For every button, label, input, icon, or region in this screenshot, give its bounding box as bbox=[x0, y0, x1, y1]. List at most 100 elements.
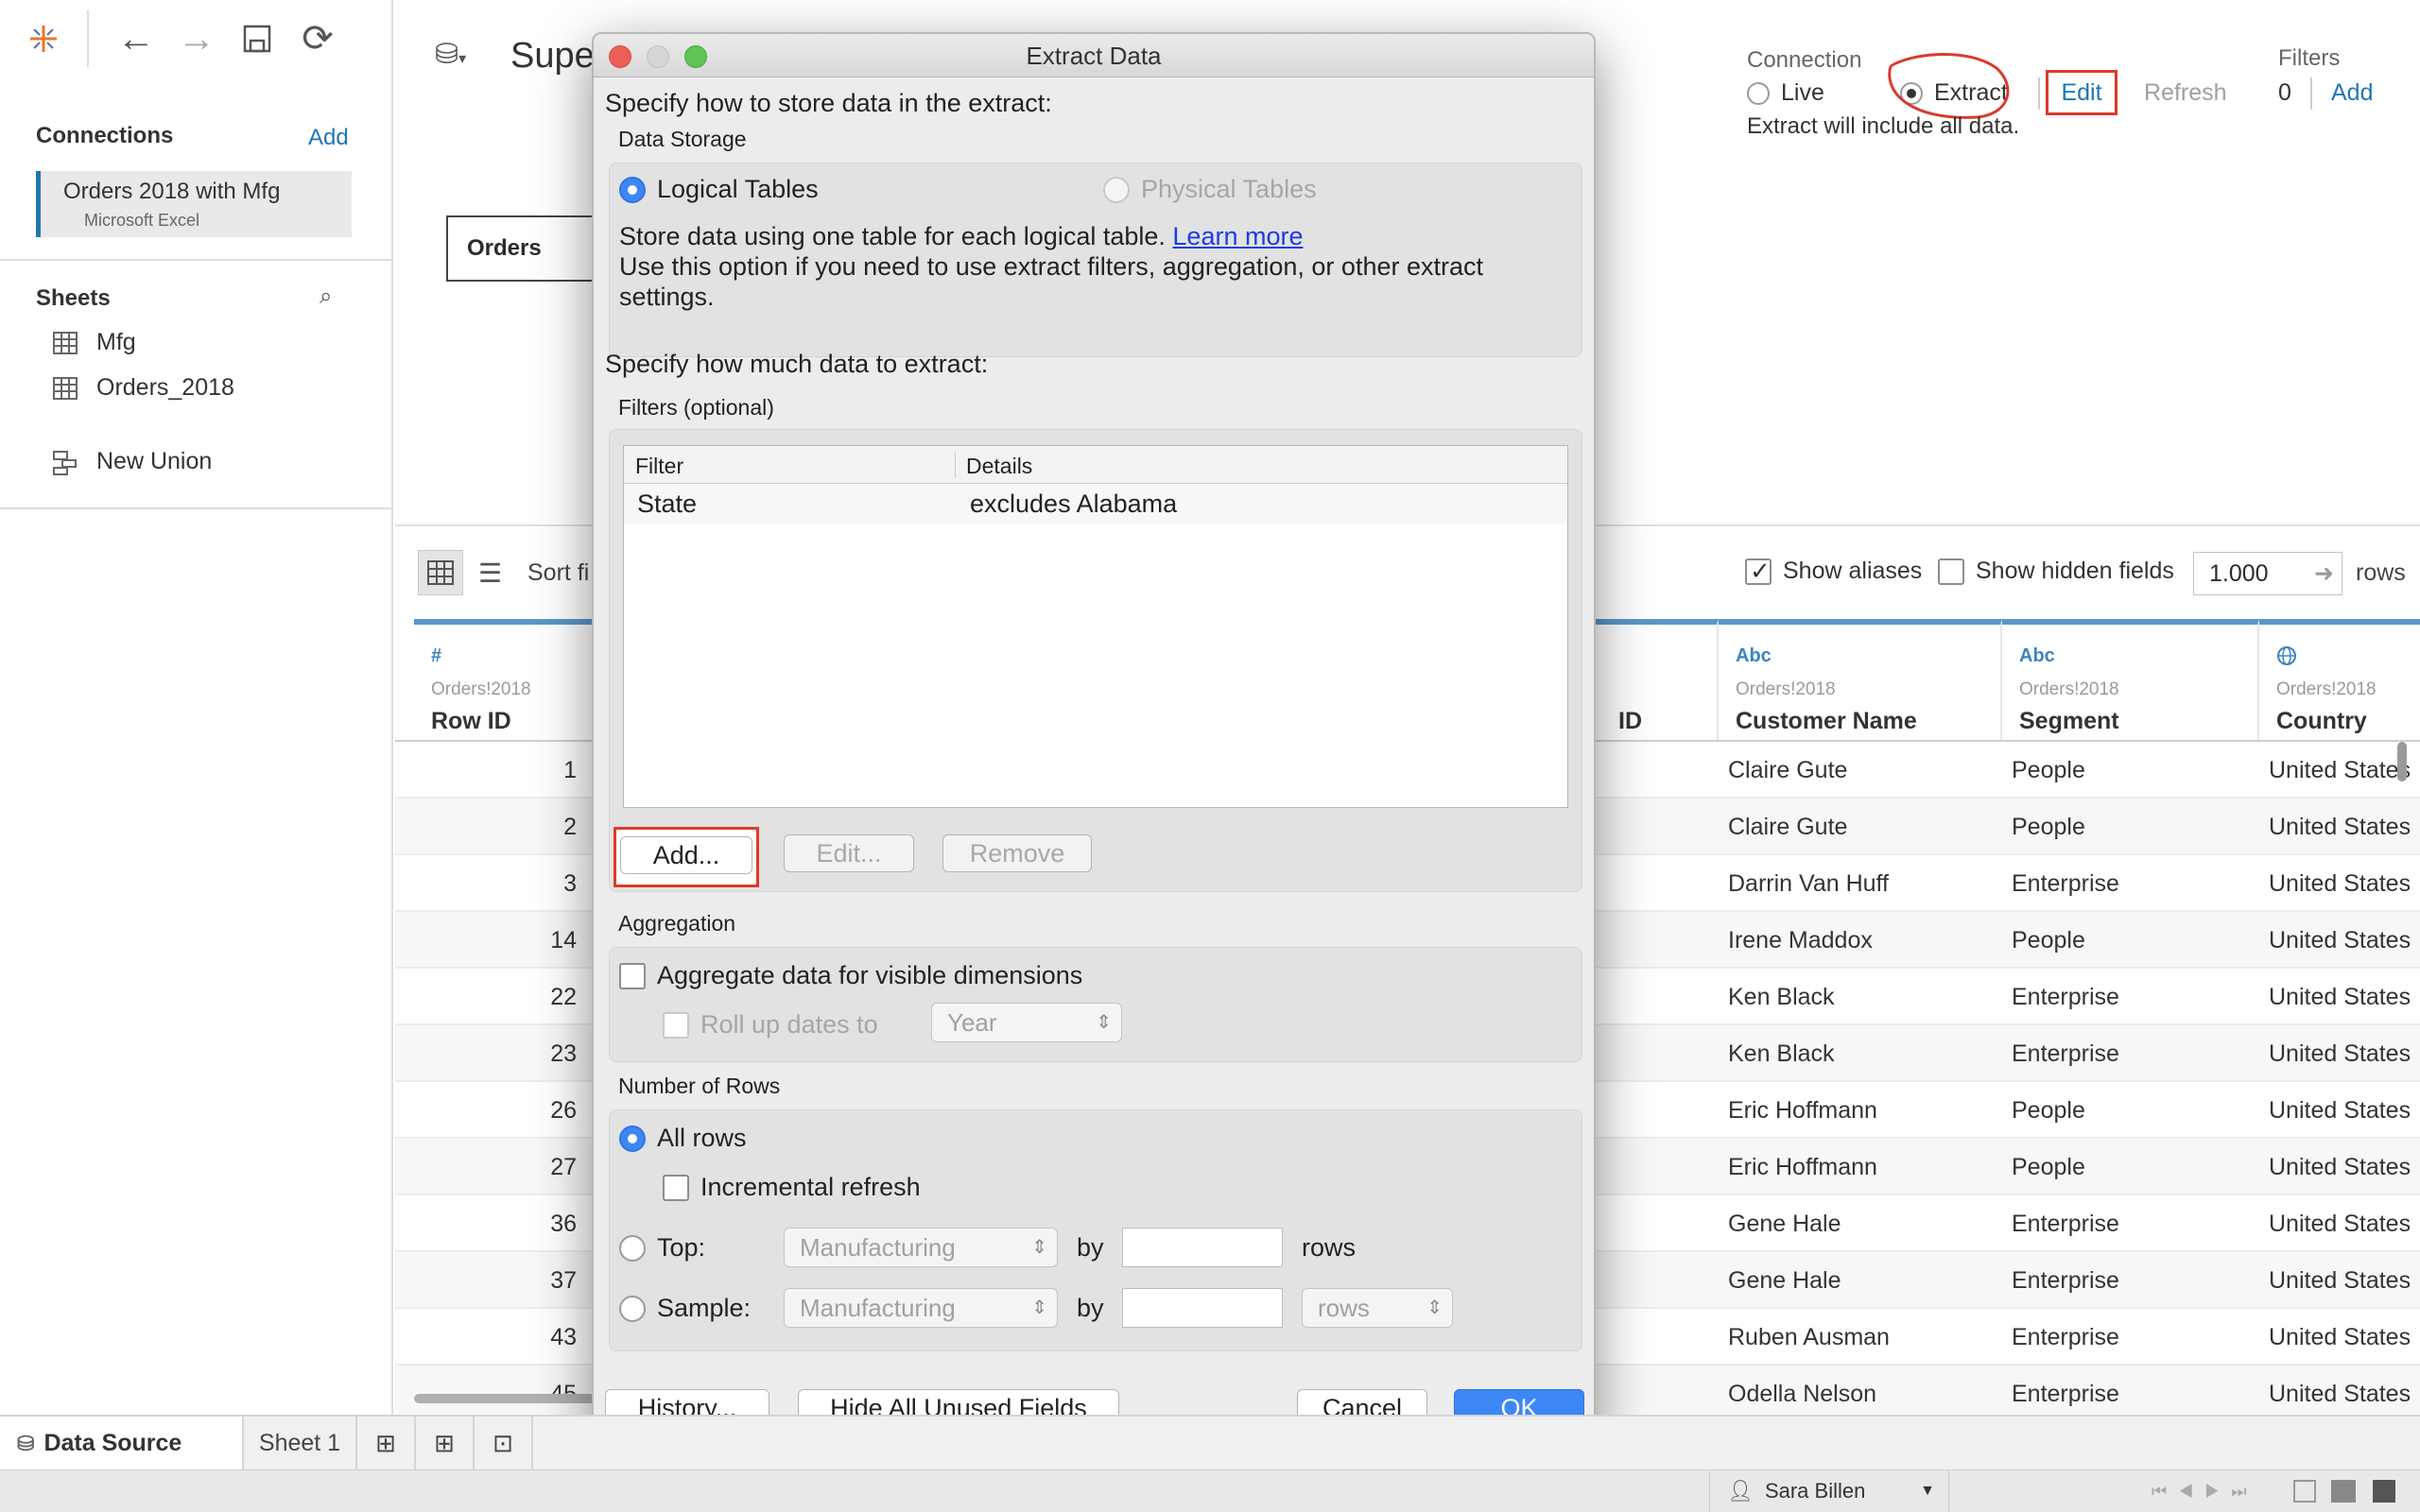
live-option[interactable]: Live bbox=[1747, 79, 1824, 107]
live-radio[interactable] bbox=[1747, 81, 1770, 105]
tabs-view-icon[interactable] bbox=[2373, 1480, 2395, 1503]
aggregate-checkbox[interactable] bbox=[619, 962, 646, 989]
show-hidden-option[interactable]: Show hidden fields bbox=[1938, 558, 2174, 585]
save-icon[interactable] bbox=[227, 9, 287, 69]
add-connection-link[interactable]: Add bbox=[308, 125, 349, 151]
sheet-item-orders-2018[interactable]: Orders_2018 bbox=[53, 374, 234, 402]
filter-column-header[interactable]: Filter bbox=[635, 454, 683, 479]
new-union-item[interactable]: New Union bbox=[53, 448, 212, 475]
add-filter-link[interactable]: Add bbox=[2331, 79, 2373, 107]
sheet-sorter-icon[interactable] bbox=[2293, 1480, 2316, 1503]
table-cell-country: United States bbox=[2269, 1211, 2411, 1237]
top-field-select[interactable]: Manufacturing ⇕ bbox=[784, 1228, 1058, 1267]
new-dashboard-icon[interactable]: ⊞ bbox=[416, 1417, 475, 1469]
rollup-option[interactable]: Roll up dates to bbox=[663, 1010, 878, 1040]
vertical-scrollbar[interactable] bbox=[2397, 742, 2407, 782]
aggregate-option[interactable]: Aggregate data for visible dimensions bbox=[619, 961, 1082, 990]
remove-filter-button[interactable]: Remove bbox=[942, 834, 1092, 872]
details-column-header[interactable]: Details bbox=[966, 454, 1032, 479]
string-type-icon[interactable]: Abc bbox=[1736, 645, 1772, 667]
add-filter-button[interactable]: Add... bbox=[620, 836, 752, 874]
tableau-logo-icon[interactable] bbox=[13, 9, 74, 69]
refresh-icon[interactable]: ⟳ bbox=[287, 9, 348, 69]
search-icon[interactable]: ⌕ bbox=[320, 284, 332, 310]
logical-tables-option[interactable]: Logical Tables bbox=[619, 175, 819, 204]
physical-tables-option[interactable]: Physical Tables bbox=[1103, 175, 1317, 204]
close-icon[interactable] bbox=[609, 45, 631, 68]
incremental-checkbox[interactable] bbox=[663, 1174, 689, 1201]
sample-count-input[interactable] bbox=[1122, 1288, 1283, 1328]
table-cell-segment: People bbox=[2012, 814, 2085, 840]
column-name: Customer Name bbox=[1736, 708, 1917, 734]
datasource-icon[interactable]: ⛁▾ bbox=[435, 38, 466, 71]
sample-unit-select[interactable]: rows ⇕ bbox=[1302, 1288, 1453, 1328]
sort-fields-label[interactable]: Sort fi bbox=[527, 559, 589, 587]
grid-view-icon[interactable] bbox=[418, 550, 463, 595]
column-header-row-id[interactable]: # Orders!2018 Row ID bbox=[414, 619, 596, 740]
zoom-icon[interactable] bbox=[684, 45, 707, 68]
column-header-customer-name[interactable]: Abc Orders!2018 Customer Name bbox=[1719, 619, 2002, 740]
column-header-segment[interactable]: Abc Orders!2018 Segment bbox=[2002, 619, 2259, 740]
list-view-icon[interactable]: ☰ bbox=[478, 558, 502, 589]
dialog-title: Extract Data bbox=[1026, 42, 1162, 70]
sample-radio[interactable] bbox=[619, 1295, 646, 1322]
edit-extract-link[interactable]: Edit bbox=[2046, 70, 2118, 115]
dialog-titlebar: Extract Data bbox=[594, 34, 1594, 77]
new-story-icon[interactable]: ⊡ bbox=[475, 1417, 533, 1469]
filters-label: Filters bbox=[2278, 45, 2341, 71]
column-name: Row ID bbox=[431, 708, 511, 734]
sample-option[interactable]: Sample: bbox=[619, 1294, 751, 1323]
filmstrip-icon[interactable] bbox=[2331, 1480, 2356, 1503]
rollup-checkbox[interactable] bbox=[663, 1011, 689, 1039]
filters-group: Filter Details State excludes Alabama Ad… bbox=[609, 429, 1582, 892]
top-count-input[interactable] bbox=[1122, 1228, 1283, 1267]
physical-tables-radio[interactable] bbox=[1103, 176, 1130, 203]
connection-item[interactable]: Orders 2018 with Mfg Microsoft Excel bbox=[36, 171, 352, 237]
filters-count: 0 bbox=[2278, 79, 2291, 106]
sheet-navigation-icons[interactable]: ⏮◀▶⏭ bbox=[2152, 1470, 2258, 1512]
chevron-updown-icon: ⇕ bbox=[1031, 1237, 1047, 1258]
go-arrow-icon[interactable]: ➜ bbox=[2314, 553, 2334, 594]
sheet-item-mfg[interactable]: Mfg bbox=[53, 329, 136, 356]
refresh-link[interactable]: Refresh bbox=[2144, 79, 2227, 107]
edit-filter-button[interactable]: Edit... bbox=[784, 834, 914, 872]
chevron-updown-icon: ⇕ bbox=[1426, 1297, 1443, 1318]
horizontal-scrollbar[interactable] bbox=[414, 1394, 603, 1403]
table-icon bbox=[53, 331, 78, 354]
rows-input[interactable]: 1.000 ➜ bbox=[2193, 552, 2342, 595]
sample-field-select[interactable]: Manufacturing ⇕ bbox=[784, 1288, 1058, 1328]
column-header-id[interactable]: ID bbox=[1596, 619, 1719, 740]
show-aliases-checkbox[interactable]: ✓ bbox=[1745, 557, 1772, 585]
number-type-icon[interactable]: # bbox=[431, 645, 441, 667]
minimize-icon[interactable] bbox=[647, 45, 669, 68]
tab-sheet-1[interactable]: Sheet 1 bbox=[244, 1417, 357, 1469]
canvas-table-box[interactable]: Orders bbox=[446, 215, 597, 282]
top-field-value: Manufacturing bbox=[800, 1233, 956, 1262]
incremental-option[interactable]: Incremental refresh bbox=[663, 1173, 921, 1202]
show-hidden-checkbox[interactable] bbox=[1938, 558, 1964, 585]
back-icon[interactable]: ← bbox=[106, 9, 166, 69]
datasource-title[interactable]: Supe bbox=[510, 36, 595, 77]
table-cell-segment: Enterprise bbox=[2012, 984, 2119, 1010]
store-heading: Specify how to store data in the extract… bbox=[605, 89, 1052, 117]
tab-data-source[interactable]: ⛁ Data Source bbox=[0, 1417, 244, 1469]
learn-more-link[interactable]: Learn more bbox=[1172, 222, 1303, 250]
chevron-down-icon: ▼ bbox=[1920, 1483, 1935, 1499]
new-worksheet-icon[interactable]: ⊞ bbox=[357, 1417, 416, 1469]
new-union-label: New Union bbox=[96, 448, 213, 474]
top-radio[interactable] bbox=[619, 1234, 646, 1262]
rollup-value: Year bbox=[947, 1008, 997, 1037]
user-menu[interactable]: 👤︎ Sara Billen ▼ bbox=[1709, 1470, 1949, 1512]
filter-row[interactable]: State excludes Alabama bbox=[624, 484, 1567, 524]
show-aliases-option[interactable]: ✓ Show aliases bbox=[1745, 557, 1922, 585]
all-rows-radio[interactable] bbox=[619, 1125, 646, 1152]
column-header-country[interactable]: Orders!2018 Country bbox=[2259, 619, 2420, 740]
forward-icon[interactable]: → bbox=[166, 9, 227, 69]
logical-tables-radio[interactable] bbox=[619, 176, 646, 203]
string-type-icon[interactable]: Abc bbox=[2019, 645, 2055, 667]
top-option[interactable]: Top: bbox=[619, 1233, 705, 1263]
rollup-select[interactable]: Year ⇕ bbox=[931, 1003, 1122, 1042]
globe-icon[interactable] bbox=[2276, 645, 2297, 671]
separator bbox=[2310, 77, 2312, 110]
all-rows-option[interactable]: All rows bbox=[619, 1124, 747, 1153]
